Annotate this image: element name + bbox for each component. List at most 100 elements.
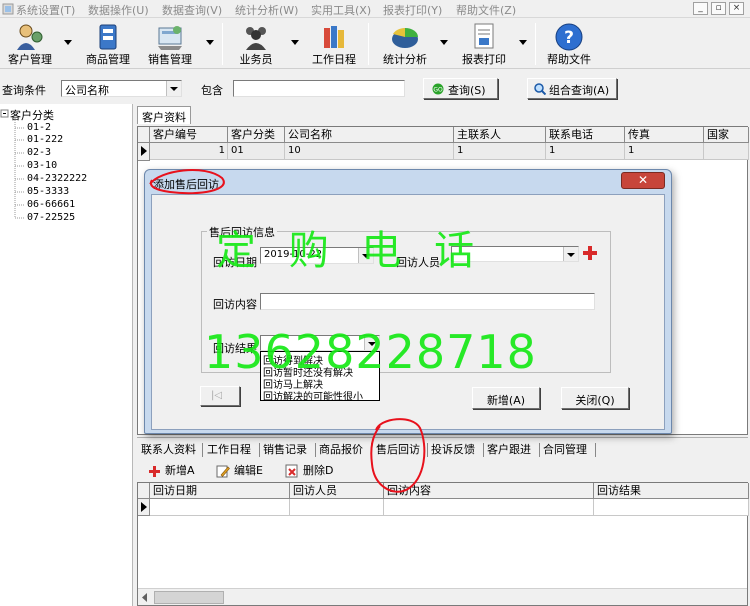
column-header[interactable]: 回访人员 — [290, 483, 384, 499]
grid-cell[interactable] — [150, 499, 290, 516]
menu-system-settings[interactable]: 系统设置(T) — [16, 2, 75, 18]
tab-schedule[interactable]: 工作日程 — [207, 440, 251, 459]
dialog-new-button[interactable]: 新增(A) — [472, 387, 540, 409]
current-row-indicator — [138, 143, 150, 161]
column-header[interactable]: 客户编号 — [150, 127, 228, 143]
column-header[interactable]: 客户分类 — [228, 127, 285, 143]
sales-icon — [158, 26, 182, 50]
grid-cell[interactable] — [704, 143, 749, 160]
close-window-button[interactable]: × — [729, 2, 744, 15]
tab-quotes[interactable]: 商品报价 — [319, 440, 363, 459]
tree-node[interactable]: 03-10 — [27, 160, 57, 171]
column-header[interactable]: 公司名称 — [285, 127, 454, 143]
svg-text:GO: GO — [433, 87, 443, 94]
pie-chart-icon — [392, 28, 418, 48]
dialog-close-form-button[interactable]: 关闭(Q) — [561, 387, 629, 409]
grid-cell[interactable]: 1 — [625, 143, 704, 160]
query-condition-label: 查询条件 — [2, 84, 46, 97]
column-header[interactable]: 回访日期 — [150, 483, 290, 499]
query-button-label: 查询(S) — [448, 84, 486, 97]
grid-cell[interactable]: 01 — [228, 143, 285, 160]
visit-content-input[interactable] — [260, 293, 595, 310]
grid-cell[interactable]: 1 — [454, 143, 546, 160]
report-dropdown-arrow-icon[interactable] — [519, 40, 527, 45]
column-header[interactable]: 传真 — [625, 127, 704, 143]
combo-query-button-label: 组合查询(A) — [549, 84, 610, 97]
help-button[interactable]: ? 帮助文件 — [542, 19, 596, 69]
grid-cell[interactable]: 1 — [150, 143, 228, 160]
column-header[interactable]: 回访内容 — [384, 483, 594, 499]
tab-after-sales-visit[interactable]: 售后回访 — [376, 440, 420, 459]
tree-node[interactable]: 07-22525 — [27, 212, 75, 223]
salesman-button[interactable]: 业务员 — [232, 19, 280, 69]
schedule-button[interactable]: 工作日程 — [308, 19, 360, 69]
chevron-down-icon[interactable] — [563, 247, 578, 261]
svg-text:?: ? — [564, 28, 574, 48]
tab-separator — [259, 443, 260, 457]
menu-help[interactable]: 帮助文件(Z) — [456, 2, 516, 18]
tree-node[interactable]: 05-3333 — [27, 186, 69, 197]
customer-management-button[interactable]: 客户管理 — [2, 19, 58, 69]
magnifier-icon — [534, 83, 546, 95]
scroll-left-icon[interactable] — [141, 593, 149, 602]
tab-separator — [371, 443, 372, 457]
product-icon — [99, 24, 117, 50]
combo-query-button[interactable]: 组合查询(A) — [527, 78, 617, 99]
column-header[interactable]: 主联系人 — [454, 127, 546, 143]
menu-report-print[interactable]: 报表打印(Y) — [383, 2, 442, 18]
tree-node[interactable]: 01-222 — [27, 134, 63, 145]
go-icon: GO — [432, 83, 444, 95]
tab-contacts[interactable]: 联系人资料 — [141, 440, 196, 459]
column-header[interactable]: 国家 — [704, 127, 749, 143]
salesman-dropdown-arrow-icon[interactable] — [291, 40, 299, 45]
grid-cell[interactable] — [384, 499, 594, 516]
tab-customer-followup[interactable]: 客户跟进 — [487, 440, 531, 459]
menu-data-ops[interactable]: 数据操作(U) — [88, 2, 149, 18]
tab-sales-records[interactable]: 销售记录 — [263, 440, 307, 459]
tree-root-label[interactable]: 客户分类 — [10, 107, 54, 123]
restore-button[interactable]: ▫ — [711, 2, 726, 15]
grid-cell[interactable] — [290, 499, 384, 516]
stats-analysis-button[interactable]: 统计分析 — [376, 19, 434, 69]
query-keyword-input[interactable] — [233, 80, 405, 97]
menu-data-query[interactable]: 数据查询(V) — [162, 2, 222, 18]
tree-node[interactable]: 01-2 — [27, 122, 51, 133]
result-option[interactable]: 回访解决的可能性很小 — [263, 388, 363, 403]
schedule-label: 工作日程 — [312, 53, 356, 66]
grid-cell[interactable]: 10 — [285, 143, 454, 160]
tab-separator — [483, 443, 484, 457]
menu-tools[interactable]: 实用工具(X) — [311, 2, 371, 18]
visit-content-label: 回访内容 — [213, 298, 257, 311]
report-print-button[interactable]: 报表打印 — [456, 19, 512, 69]
chevron-down-icon[interactable] — [166, 81, 181, 96]
dialog-new-button-label: 新增(A) — [486, 394, 526, 407]
query-field-select[interactable]: 公司名称 — [61, 80, 182, 97]
tab-complaints[interactable]: 投诉反馈 — [431, 440, 475, 459]
main-toolbar: 客户管理 商品管理 销售管理 业务员 工作日程 统计分析 报表打印 ? 帮助文件 — [0, 19, 750, 69]
horizontal-scrollbar[interactable] — [138, 588, 747, 605]
tree-node[interactable]: 04-2322222 — [27, 173, 87, 184]
sales-management-button[interactable]: 销售管理 — [140, 19, 200, 69]
tab-contracts[interactable]: 合同管理 — [543, 440, 587, 459]
toolbar-separator — [222, 23, 223, 65]
scrollbar-thumb[interactable] — [154, 591, 224, 604]
tab-customer-info[interactable]: 客户资料 — [137, 106, 191, 124]
sales-dropdown-arrow-icon[interactable] — [206, 40, 214, 45]
customer-dropdown-arrow-icon[interactable] — [64, 40, 72, 45]
stats-dropdown-arrow-icon[interactable] — [440, 40, 448, 45]
first-record-button[interactable]: |◁ — [200, 386, 240, 406]
query-button[interactable]: GO 查询(S) — [423, 78, 498, 99]
column-header[interactable]: 联系电话 — [546, 127, 625, 143]
tree-node[interactable]: 06-66661 — [27, 199, 75, 210]
product-management-button[interactable]: 商品管理 — [80, 19, 136, 69]
tree-node[interactable]: 02-3 — [27, 147, 51, 158]
schedule-icon — [324, 26, 344, 48]
grid-cell[interactable]: 1 — [546, 143, 625, 160]
grid-header-corner — [138, 127, 150, 143]
column-header[interactable]: 回访结果 — [594, 483, 749, 499]
minimize-button[interactable]: _ — [693, 2, 708, 15]
add-staff-plus-icon[interactable] — [583, 246, 597, 260]
dialog-close-button[interactable]: ✕ — [621, 172, 665, 189]
menu-stats-analysis[interactable]: 统计分析(W) — [235, 2, 298, 18]
grid-cell[interactable] — [594, 499, 749, 516]
